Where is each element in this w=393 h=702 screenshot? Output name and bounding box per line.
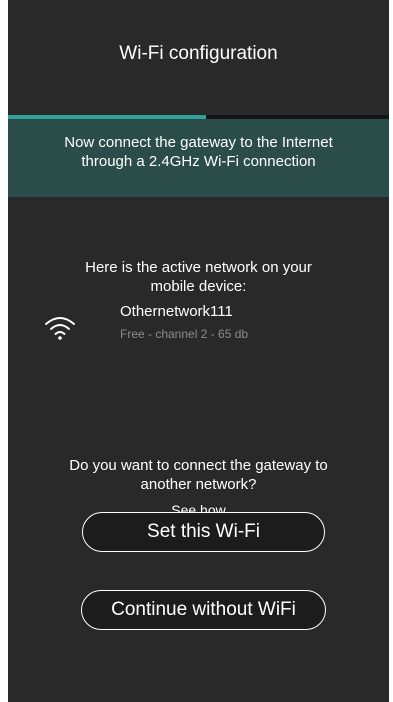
banner-line-2: through a 2.4GHz Wi-Fi connection: [81, 153, 316, 170]
intro-line-1: Here is the active network on your: [85, 259, 312, 276]
intro-line-2: mobile device:: [150, 278, 247, 295]
wifi-icon: [45, 317, 75, 340]
question-line-1: Do you want to connect the gateway to: [69, 457, 328, 474]
question-line-2: another network?: [140, 476, 257, 493]
active-network-intro: Here is the active network on your mobil…: [8, 258, 389, 296]
page-title: Wi-Fi configuration: [119, 43, 278, 64]
connect-question: Do you want to connect the gateway to an…: [8, 456, 389, 494]
header: Wi-Fi configuration: [8, 0, 389, 116]
network-detail: Free - channel 2 - 65 db: [120, 327, 249, 341]
set-wifi-button[interactable]: Set this Wi-Fi: [82, 512, 325, 552]
wifi-configuration-screen: Wi-Fi configuration Now connect the gate…: [8, 0, 389, 702]
instruction-banner: Now connect the gateway to the Internet …: [8, 119, 389, 197]
continue-without-wifi-button[interactable]: Continue without WiFi: [81, 590, 326, 630]
active-network-item: Othernetwork111 Free - channel 2 - 65 db: [44, 303, 364, 347]
network-name: Othernetwork111: [120, 303, 233, 320]
banner-line-1: Now connect the gateway to the Internet: [64, 134, 333, 151]
